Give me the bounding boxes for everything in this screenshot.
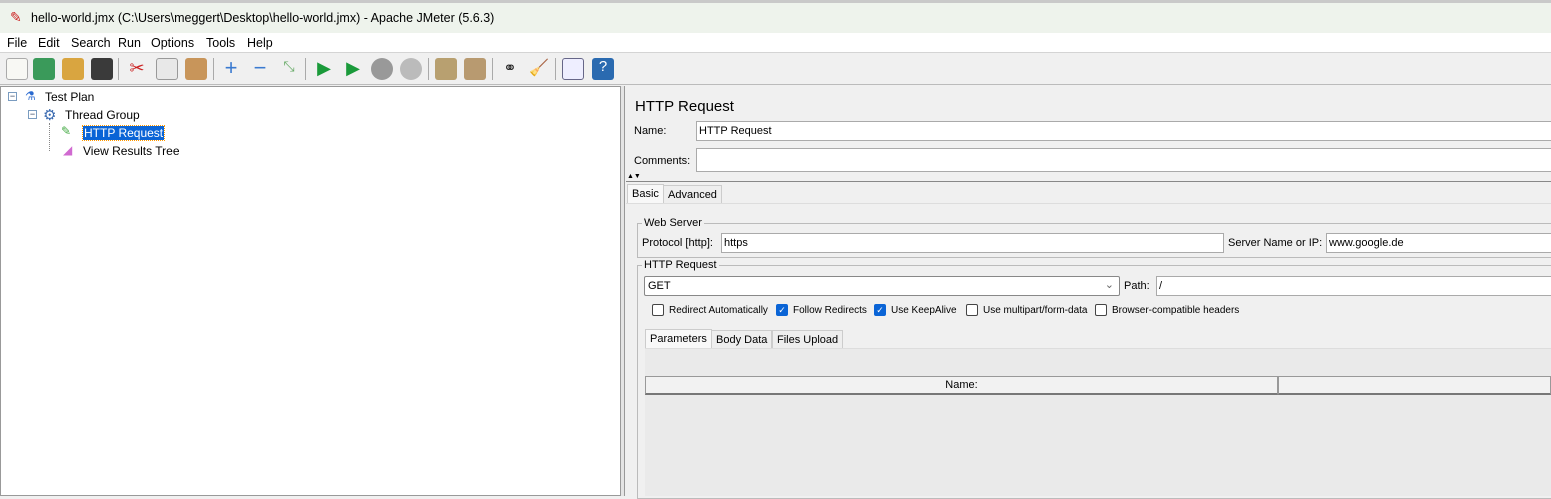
checkbox-box	[1095, 304, 1107, 316]
split-arrows-icon[interactable]: ▲▼	[627, 173, 641, 180]
results-tree-icon: ◢	[63, 143, 73, 157]
toggle-icon[interactable]: ⤡	[278, 58, 300, 80]
new-icon[interactable]	[6, 58, 28, 80]
clear-icon[interactable]	[435, 58, 457, 80]
cut-icon[interactable]: ✂	[126, 58, 148, 80]
checkbox-label: Use KeepAlive	[891, 304, 957, 316]
method-select[interactable]: GET ⌄	[644, 276, 1120, 296]
copy-icon[interactable]	[156, 58, 178, 80]
column-header-value[interactable]	[1278, 376, 1551, 395]
browser-compatible-headers-checkbox[interactable]: Browser-compatible headers	[1095, 304, 1239, 316]
name-input[interactable]	[696, 121, 1551, 141]
menu-run[interactable]: Run	[118, 36, 141, 50]
tab-advanced[interactable]: Advanced	[663, 185, 722, 204]
checkmark-icon: ✓	[776, 304, 788, 316]
checkbox-label: Follow Redirects	[793, 304, 867, 316]
comments-input[interactable]	[696, 148, 1551, 172]
tab-body-data[interactable]: Body Data	[711, 330, 773, 349]
start-icon[interactable]: ▶	[313, 58, 335, 80]
split-pane-divider[interactable]	[621, 86, 625, 496]
panel-title: HTTP Request	[635, 98, 734, 115]
use-keepalive-checkbox[interactable]: ✓ Use KeepAlive	[874, 304, 957, 316]
collapse-icon[interactable]: −	[249, 57, 271, 80]
menu-edit[interactable]: Edit	[38, 36, 60, 50]
tree-node-thread-group[interactable]: Thread Group	[65, 108, 140, 122]
toolbar: ✂ + − ⤡ ▶ ▶ ⚭ 🧹 ?	[0, 54, 1551, 85]
templates-icon[interactable]	[33, 58, 55, 80]
jmeter-feather-icon: ✎	[10, 9, 22, 25]
window-title: hello-world.jmx (C:\Users\meggert\Deskto…	[31, 11, 495, 25]
flask-icon: ⚗	[25, 89, 36, 103]
http-request-panel: HTTP Request Name: Comments: ▲▼ Basic Ad…	[626, 86, 1551, 499]
path-label: Path:	[1124, 280, 1150, 292]
menu-search[interactable]: Search	[71, 36, 111, 50]
method-value: GET	[648, 280, 671, 292]
tree-node-view-results-tree[interactable]: View Results Tree	[83, 144, 180, 158]
save-icon[interactable]	[91, 58, 113, 80]
clear-all-icon[interactable]	[464, 58, 486, 80]
tab-files-upload[interactable]: Files Upload	[772, 330, 844, 349]
pipette-icon: ✎	[61, 124, 72, 138]
use-multipart-checkbox[interactable]: Use multipart/form-data	[966, 304, 1087, 316]
follow-redirects-checkbox[interactable]: ✓ Follow Redirects	[776, 304, 867, 316]
menu-options[interactable]: Options	[151, 36, 194, 50]
checkbox-label: Redirect Automatically	[669, 304, 768, 316]
menu-bar: File Edit Search Run Options Tools Help	[0, 33, 1551, 53]
tab-basic[interactable]: Basic	[627, 184, 664, 203]
parameters-table: Name:	[645, 348, 1551, 496]
checkbox-label: Use multipart/form-data	[983, 304, 1088, 316]
menu-help[interactable]: Help	[247, 36, 273, 50]
collapse-toggle[interactable]: −	[8, 92, 17, 101]
help-icon[interactable]: ?	[592, 58, 614, 80]
shutdown-icon[interactable]	[400, 58, 422, 80]
tree-node-http-request[interactable]: HTTP Request	[81, 125, 166, 141]
test-plan-tree: − ⚗ Test Plan − ⚙ Thread Group ✎ HTTP Re…	[0, 86, 621, 496]
function-helper-icon[interactable]	[562, 58, 584, 80]
title-bar: ✎ hello-world.jmx (C:\Users\meggert\Desk…	[0, 0, 1551, 33]
menu-file[interactable]: File	[7, 36, 27, 50]
start-no-pauses-icon[interactable]: ▶	[342, 58, 364, 80]
open-icon[interactable]	[62, 58, 84, 80]
expand-icon[interactable]: +	[220, 57, 242, 80]
http-request-legend: HTTP Request	[644, 259, 717, 271]
protocol-input[interactable]	[721, 233, 1224, 253]
checkmark-icon: ✓	[874, 304, 886, 316]
server-name-label: Server Name or IP:	[1228, 237, 1323, 249]
column-header-name[interactable]: Name:	[645, 376, 1278, 395]
paste-icon[interactable]	[185, 58, 207, 80]
stop-icon[interactable]	[371, 58, 393, 80]
checkbox-label: Browser-compatible headers	[1112, 304, 1240, 316]
comments-label: Comments:	[634, 155, 691, 167]
chevron-down-icon: ⌄	[1104, 279, 1114, 291]
collapse-toggle[interactable]: −	[28, 110, 37, 119]
name-label: Name:	[634, 125, 667, 137]
gear-icon: ⚙	[43, 107, 57, 124]
path-input[interactable]	[1156, 276, 1551, 296]
tab-parameters[interactable]: Parameters	[645, 329, 712, 348]
checkbox-box	[652, 304, 664, 316]
tree-node-test-plan[interactable]: Test Plan	[45, 90, 94, 104]
menu-tools[interactable]: Tools	[206, 36, 235, 50]
server-name-input[interactable]	[1326, 233, 1551, 253]
reset-search-broom-icon[interactable]: 🧹	[528, 58, 550, 80]
redirect-automatically-checkbox[interactable]: Redirect Automatically	[652, 304, 768, 316]
protocol-label: Protocol [http]:	[642, 237, 713, 249]
checkbox-box	[966, 304, 978, 316]
search-binoculars-icon[interactable]: ⚭	[499, 58, 521, 80]
web-server-legend: Web Server	[644, 217, 702, 229]
